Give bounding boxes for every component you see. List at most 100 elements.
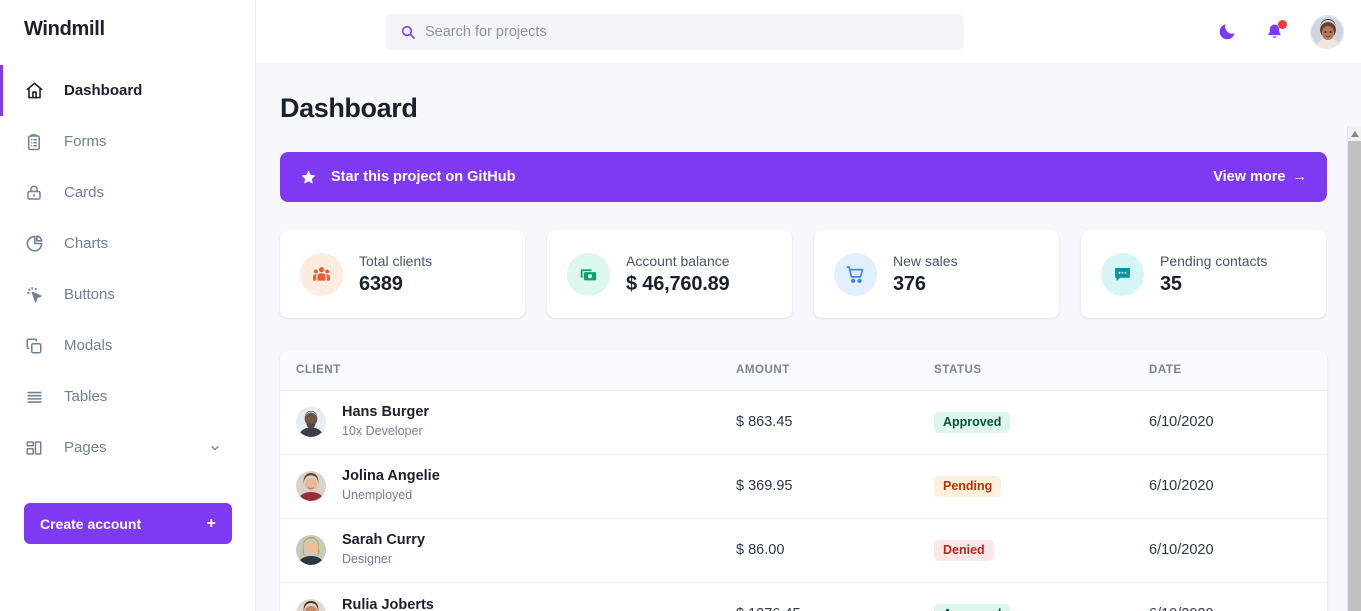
date-cell: 6/10/2020 [1133,582,1327,611]
sidebar-item-buttons[interactable]: Buttons [0,269,255,320]
sidebar-item-dashboard[interactable]: Dashboard [0,65,255,116]
create-account-wrap: Create account + [0,493,255,544]
bell-icon[interactable] [1263,19,1287,43]
stat-card-total-clients: Total clients 6389 [280,230,525,318]
stat-card-pending-contacts: Pending contacts 35 [1081,230,1326,318]
sidebar-item-pages[interactable]: Pages [0,422,255,473]
client-role: Designer [342,552,393,567]
stat-value: 35 [1160,272,1182,295]
status-cell: Pending [918,454,1133,518]
search-container[interactable] [386,14,964,50]
banner-left: Star this project on GitHub [300,169,515,186]
create-account-label: Create account [40,515,142,532]
clients-table: CLIENT AMOUNT STATUS DATE Hans Burger 10… [280,350,1327,611]
moon-icon[interactable] [1216,21,1238,43]
sidebar-item-label: Cards [64,184,105,201]
client-name: Sarah Curry [342,532,426,549]
stat-value: 376 [893,272,926,295]
plus-icon: + [206,514,216,532]
sidebar-item-label: Tables [64,388,108,405]
github-banner[interactable]: Star this project on GitHub View more → [280,152,1327,202]
top-header [256,0,1361,63]
view-more-link[interactable]: View more → [1213,169,1307,185]
header-actions [1216,0,1344,63]
sidebar-item-cards[interactable]: Cards [0,167,255,218]
table-row[interactable]: Hans Burger 10x Developer $ 863.45 Appro… [280,390,1327,454]
table-row[interactable]: Rulia Joberts Actress $ 1276.45 Approved [280,582,1327,611]
clipboard-icon [24,132,44,152]
app-root: Windmill Dashboard Forms Cards Charts Bu… [0,0,1361,611]
column-header-date: DATE [1149,363,1182,376]
avatar [296,535,326,565]
sidebar-item-label: Dashboard [64,82,143,99]
cursor-click-icon [24,285,44,305]
page-title: Dashboard [280,93,418,123]
create-account-button[interactable]: Create account + [24,503,232,544]
content-column: Dashboard Star this project on GitHub Vi… [256,0,1361,611]
money-icon [567,252,610,296]
scroll-up-arrow-icon[interactable] [1348,126,1361,141]
table-header-row: CLIENT AMOUNT STATUS DATE [280,350,1327,390]
sidebar-item-modals[interactable]: Modals [0,320,255,371]
users-icon [300,252,343,296]
brand-logo: Windmill [24,18,105,40]
avatar [296,599,326,611]
copy-icon [24,336,44,356]
pie-chart-icon [24,234,44,254]
stat-value: 6389 [359,272,403,295]
status-cell: Denied [918,518,1133,582]
banner-text: Star this project on GitHub [331,169,516,185]
stat-cards: Total clients 6389 Account balance $ 46,… [280,230,1327,318]
list-icon [24,387,44,407]
table-row[interactable]: Sarah Curry Designer $ 86.00 Denied 6/10… [280,518,1327,582]
sidebar-item-tables[interactable]: Tables [0,371,255,422]
status-badge: Denied [934,539,994,561]
search-input[interactable] [425,24,950,40]
sidebar-item-forms[interactable]: Forms [0,116,255,167]
client-cell: Rulia Joberts Actress [280,582,720,611]
client-name: Jolina Angelie [342,468,440,485]
status-badge: Approved [934,411,1011,433]
status-cell: Approved [918,390,1133,454]
sidebar-item-label: Forms [64,133,107,150]
date-cell: 6/10/2020 [1149,542,1214,558]
status-badge: Pending [934,475,1002,497]
amount-cell: $ 1276.45 [720,582,918,611]
search-icon [400,24,416,40]
vertical-scrollbar[interactable] [1347,126,1361,611]
client-name: Rulia Joberts [342,596,434,611]
stat-label: Account balance [626,252,730,269]
date-cell: 6/10/2020 [1149,414,1214,430]
client-cell: Hans Burger 10x Developer [280,390,720,454]
column-header-client: CLIENT [296,363,341,376]
stat-label: Total clients [359,252,433,269]
sidebar-item-label: Charts [64,235,109,252]
avatar [296,471,326,501]
notification-dot [1278,19,1287,29]
sidebar-item-label: Buttons [64,286,115,303]
sidebar-nav: Dashboard Forms Cards Charts Buttons Mod… [0,65,255,473]
client-role: Unemployed [342,488,413,503]
sidebar-item-label: Modals [64,337,113,354]
client-role: 10x Developer [342,424,423,439]
stat-value: $ 46,760.89 [626,272,730,295]
main-content: Dashboard Star this project on GitHub Vi… [256,63,1361,611]
sidebar: Windmill Dashboard Forms Cards Charts Bu… [0,0,256,611]
client-cell: Jolina Angelie Unemployed [280,454,720,518]
avatar [296,407,326,437]
stat-label: New sales [893,252,958,269]
column-header-status: STATUS [934,363,982,376]
arrow-right-icon: → [1292,169,1308,185]
table-row[interactable]: Jolina Angelie Unemployed $ 369.95 Pendi… [280,454,1327,518]
template-icon [24,438,44,458]
amount-cell: $ 86.00 [736,542,785,558]
cart-icon [834,252,877,296]
sidebar-item-charts[interactable]: Charts [0,218,255,269]
chevron-down-icon [209,442,221,454]
avatar[interactable] [1310,14,1344,49]
column-header-amount: AMOUNT [736,363,790,376]
amount-cell: $ 863.45 [736,414,793,430]
client-cell: Sarah Curry Designer [280,518,720,582]
sidebar-item-label: Pages [64,439,107,456]
scrollbar-thumb[interactable] [1348,141,1361,611]
